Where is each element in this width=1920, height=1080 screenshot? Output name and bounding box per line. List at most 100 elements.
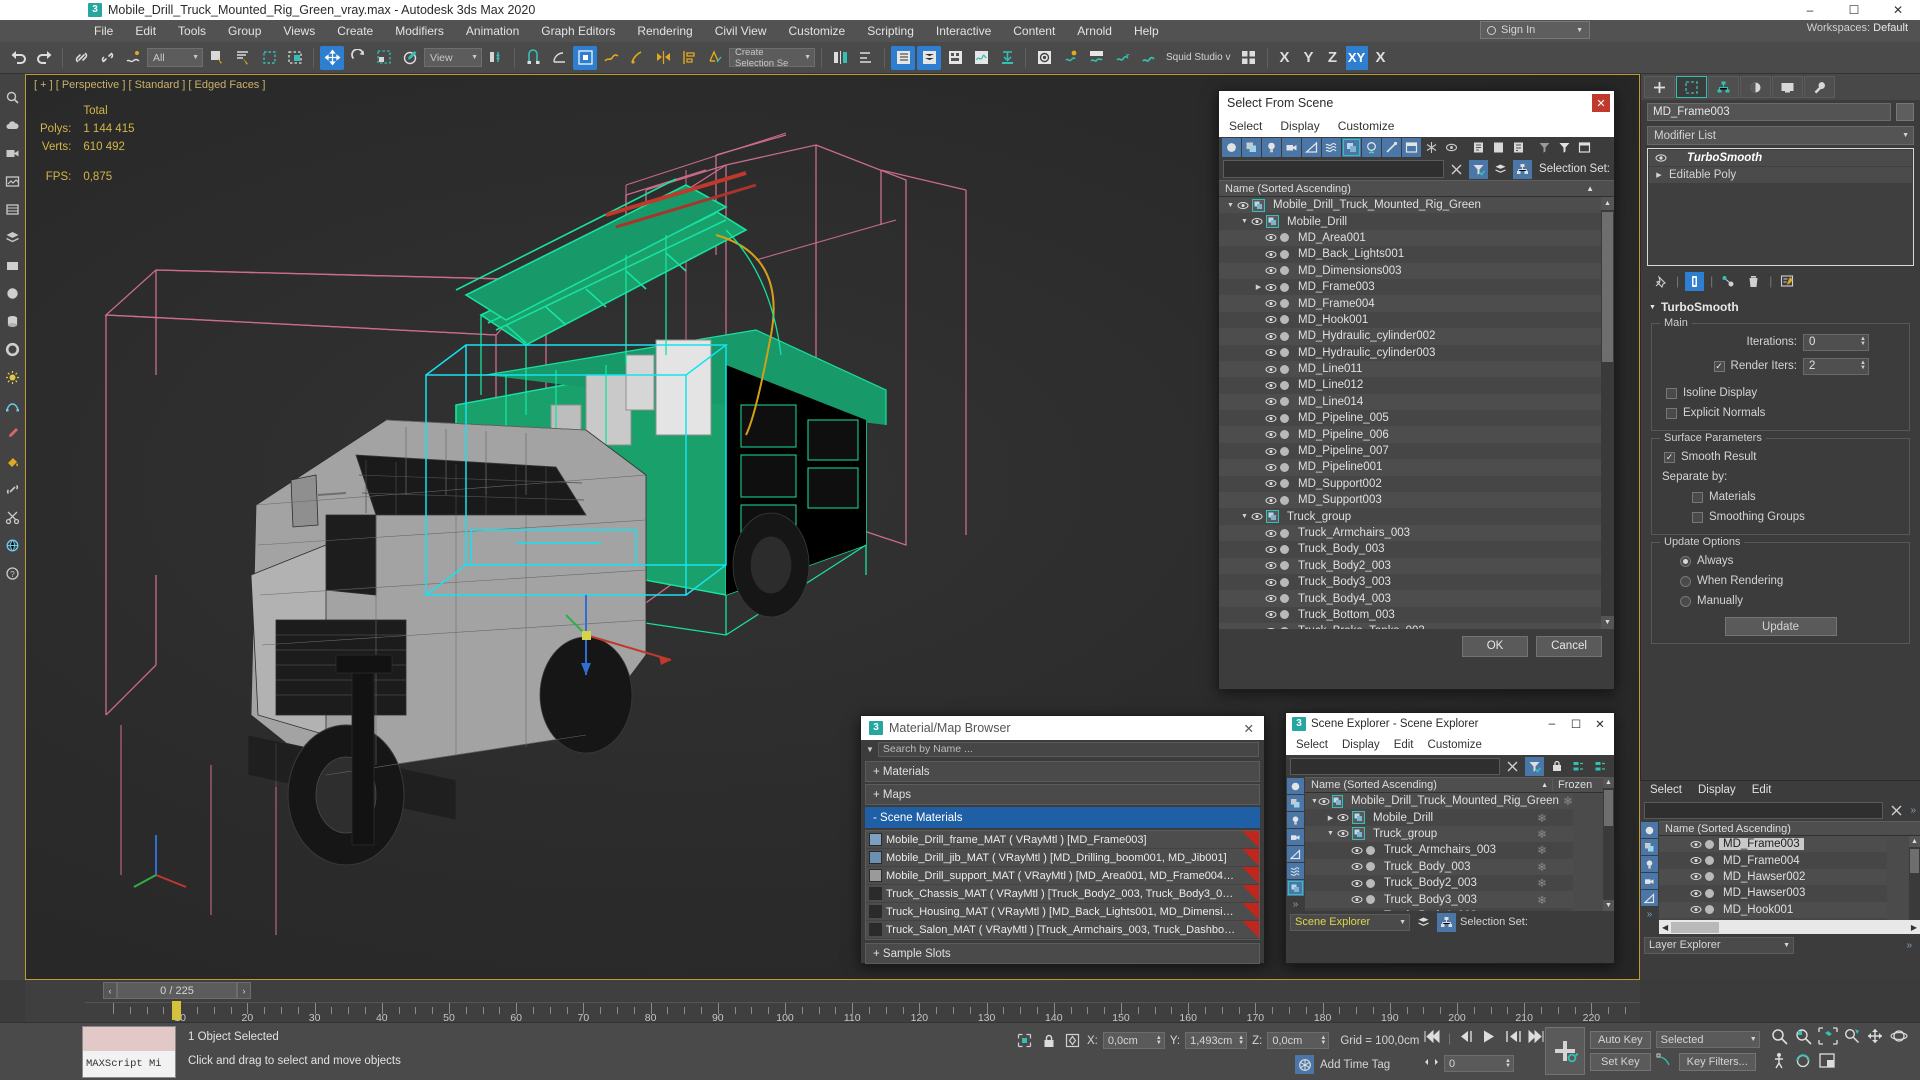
default-in-out-tangent-icon[interactable] — [1656, 1052, 1674, 1071]
filter-lights-icon[interactable] — [1641, 856, 1658, 872]
select-from-scene-dialog[interactable]: Select From Scene ✕ Select Display Custo… — [1218, 90, 1615, 690]
tree-row[interactable]: ▶ Mobile_Drill ❄ — [1305, 809, 1573, 826]
scroll-thumb[interactable] — [1671, 921, 1720, 933]
menu-item-edit[interactable]: Edit — [124, 20, 167, 42]
menu-item-modifiers[interactable]: Modifiers — [384, 20, 455, 42]
select-and-scale-icon[interactable] — [372, 46, 396, 70]
previous-frame-icon[interactable] — [1458, 1030, 1474, 1046]
sign-in-button[interactable]: Sign In ▼ — [1480, 21, 1590, 39]
filter-shapes-icon[interactable] — [1287, 795, 1304, 811]
filter-cameras-icon[interactable] — [1282, 138, 1301, 157]
walk-through-icon[interactable] — [1770, 1052, 1790, 1073]
layers-icon[interactable] — [3, 228, 22, 247]
spinner-arrows-icon[interactable]: ▲ ▼ — [1320, 1035, 1326, 1046]
tab-display[interactable] — [1772, 76, 1803, 98]
layer-explorer-icon[interactable] — [703, 46, 727, 70]
menu-item-display[interactable]: Display — [1698, 784, 1736, 796]
filter-cameras-icon[interactable] — [1641, 873, 1658, 889]
scroll-up-icon[interactable]: ▲ — [1603, 777, 1614, 788]
menu-item-customize[interactable]: Customize — [778, 20, 857, 42]
object-name-input[interactable]: MD_Frame003 — [1647, 103, 1891, 121]
tree-row[interactable]: MD_Frame003 — [1659, 836, 1887, 853]
axis-constraint-y[interactable]: Y — [1298, 46, 1320, 70]
tree-row[interactable]: MD_Line012 — [1219, 377, 1603, 394]
paint-icon[interactable] — [3, 452, 22, 471]
close-icon[interactable]: ✕ — [1592, 94, 1610, 112]
filter-containers-icon[interactable] — [1402, 138, 1421, 157]
percent-snap-toggle-icon[interactable] — [573, 45, 597, 70]
hierarchy-icon[interactable] — [1437, 912, 1456, 932]
zoom-extents-icon[interactable] — [1818, 1027, 1838, 1048]
selection-filter-combo[interactable]: All ▼ — [147, 48, 203, 67]
zoom-icon[interactable] — [1770, 1027, 1790, 1048]
tree-row[interactable]: MD_Frame004 — [1659, 852, 1887, 869]
chevron-down-icon[interactable]: ▼ — [866, 745, 874, 754]
search-input[interactable]: Search by Name ... — [877, 742, 1259, 757]
show-end-result-icon[interactable] — [1685, 271, 1705, 291]
next-frame-icon[interactable] — [1505, 1030, 1521, 1046]
eye-icon[interactable] — [1264, 378, 1278, 392]
eye-icon[interactable] — [1264, 624, 1278, 629]
light-icon[interactable] — [3, 368, 22, 387]
tree-row[interactable]: Truck_Body4_003 — [1219, 590, 1603, 607]
curve-editor-icon[interactable] — [943, 46, 967, 70]
tree-row[interactable]: MD_Hook001 — [1219, 311, 1603, 329]
menu-item-file[interactable]: File — [83, 20, 124, 42]
eye-icon[interactable] — [1689, 837, 1703, 851]
image-icon[interactable] — [3, 172, 22, 191]
filter-helpers-icon[interactable] — [1641, 890, 1658, 906]
rollout-header[interactable]: ▼ TurboSmooth — [1645, 298, 1916, 316]
menu-item-animation[interactable]: Animation — [455, 20, 530, 42]
update-manually-radio[interactable] — [1680, 595, 1691, 607]
eye-icon[interactable] — [1264, 526, 1278, 540]
menu-item-help[interactable]: Help — [1123, 20, 1170, 42]
project-folder-icon[interactable] — [1237, 46, 1261, 70]
eye-icon[interactable] — [1264, 460, 1278, 474]
magnifier-icon[interactable] — [3, 88, 22, 107]
set-key-button[interactable]: Set Key — [1590, 1053, 1651, 1071]
more-options-icon[interactable]: » — [1906, 940, 1916, 951]
eye-icon[interactable] — [1318, 794, 1330, 808]
orbit-icon[interactable] — [1890, 1027, 1910, 1048]
scissors-icon[interactable] — [3, 508, 22, 527]
collapse-arrow-icon[interactable]: ▼ — [1225, 202, 1236, 209]
scene-tree[interactable]: ▼ Mobile_Drill_Truck_Mounted_Rig_Green ▼ Mo… — [1219, 197, 1614, 629]
render-production-icon[interactable] — [1110, 46, 1134, 70]
eye-icon[interactable] — [1264, 477, 1278, 491]
search-input[interactable] — [1644, 801, 1884, 819]
spinner-arrows-icon[interactable]: ▲ ▼ — [1156, 1035, 1162, 1046]
menu-item-select[interactable]: Select — [1650, 784, 1682, 796]
frozen-cell[interactable]: ❄ — [1511, 876, 1573, 890]
filter-xrefs-icon[interactable] — [1362, 138, 1381, 157]
sphere-icon[interactable] — [3, 284, 22, 303]
smooth-result-checkbox[interactable]: ✓ — [1664, 451, 1675, 463]
tree-row[interactable]: ▼ Truck_group — [1219, 508, 1603, 525]
angle-snap-toggle-icon[interactable] — [547, 46, 571, 70]
eye-icon[interactable] — [1264, 313, 1278, 327]
frozen-cell[interactable]: ❄ — [1511, 843, 1573, 857]
layers-stack-icon[interactable] — [1491, 160, 1510, 179]
cloud-icon[interactable] — [3, 116, 22, 135]
absolute-relative-toggle-icon[interactable] — [1063, 1031, 1082, 1050]
iterations-spinner[interactable]: 0 ▲ ▼ — [1803, 333, 1869, 351]
eye-icon[interactable] — [1689, 903, 1703, 917]
tree-row[interactable]: ▼ Truck_group ❄ — [1305, 825, 1573, 843]
tree-row[interactable]: MD_Support002 — [1219, 475, 1603, 493]
scroll-down-icon[interactable]: ▼ — [1601, 616, 1614, 629]
maxscript-mini-listener[interactable]: MAXScript Mi — [82, 1026, 176, 1078]
frozen-cell[interactable]: ❄ — [1563, 794, 1573, 808]
layer-explorer-panel[interactable]: Select Display Edit » » Name (Sorted Asc… — [1640, 780, 1920, 980]
eye-icon[interactable] — [1350, 893, 1364, 907]
play-animation-icon[interactable] — [1481, 1029, 1498, 1047]
filter-groups-icon[interactable] — [1342, 138, 1361, 157]
expand-all-icon[interactable] — [1469, 138, 1488, 157]
scroll-up-icon[interactable]: ▲ — [1909, 836, 1920, 847]
box-icon[interactable] — [3, 256, 22, 275]
render-iters-checkbox[interactable]: ✓ — [1713, 360, 1725, 372]
tree-row[interactable]: Truck_Body_003 — [1219, 541, 1603, 558]
frame-indicator[interactable]: ‹ 0 / 225 › — [103, 982, 251, 999]
collapse-arrow-icon[interactable]: ▼ — [1325, 830, 1336, 837]
filter-geometry-icon[interactable] — [1641, 822, 1658, 838]
select-by-name-icon[interactable] — [231, 46, 255, 70]
auto-key-button[interactable]: Auto Key — [1590, 1031, 1651, 1049]
